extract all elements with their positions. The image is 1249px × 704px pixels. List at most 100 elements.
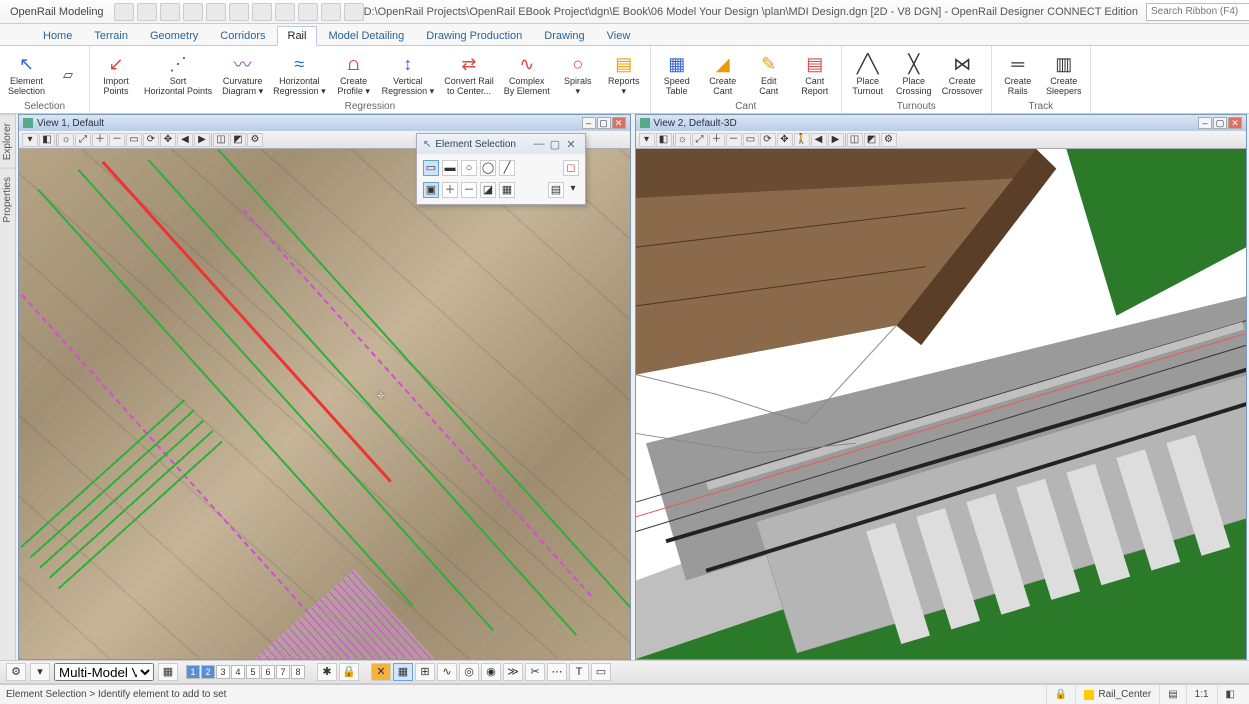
toggle-cut-button[interactable]: ✂ xyxy=(525,663,545,681)
tab-drawing-production[interactable]: Drawing Production xyxy=(415,26,533,46)
pan-button[interactable]: ✥ xyxy=(777,133,793,147)
explorer-tab[interactable]: Explorer xyxy=(0,114,15,168)
view-close-button[interactable]: ✕ xyxy=(1228,117,1242,129)
view-minimize-button[interactable]: – xyxy=(1198,117,1212,129)
place-crossing-button[interactable]: ╳Place Crossing xyxy=(894,51,934,98)
qat-button[interactable] xyxy=(183,3,203,21)
pan-button[interactable]: ✥ xyxy=(160,133,176,147)
view-toggle-3[interactable]: 3 xyxy=(216,665,230,679)
toggle-iso-button[interactable]: ≫ xyxy=(503,663,523,681)
adjust-brightness-button[interactable]: ☼ xyxy=(58,133,74,147)
disable-handles-button[interactable]: ◻ xyxy=(563,160,579,176)
view-groups-button[interactable]: ▾ xyxy=(30,663,50,681)
toggle-more-button[interactable]: ⋯ xyxy=(547,663,567,681)
window-area-button[interactable]: ▭ xyxy=(743,133,759,147)
zoom-in-button[interactable]: ＋ xyxy=(92,133,108,147)
adjust-brightness-button[interactable]: ☼ xyxy=(675,133,691,147)
view-maximize-button[interactable]: ▢ xyxy=(597,117,611,129)
curvature-diagram-button[interactable]: 〰Curvature Diagram ▾ xyxy=(220,51,265,98)
method-line-button[interactable]: ╱ xyxy=(499,160,515,176)
sort-horizontal-points-button[interactable]: ⋰Sort Horizontal Points xyxy=(142,51,214,98)
view-toggle-1[interactable]: 1 xyxy=(186,665,200,679)
tab-model-detailing[interactable]: Model Detailing xyxy=(317,26,415,46)
view-maximize-button[interactable]: ▢ xyxy=(1213,117,1227,129)
view-attributes-button[interactable]: ▾ xyxy=(639,133,655,147)
method-individual-button[interactable]: ▭ xyxy=(423,160,439,176)
search-input[interactable] xyxy=(1146,3,1249,21)
reports-button[interactable]: ▤Reports ▾ xyxy=(604,51,644,98)
clip-volume-button[interactable]: ◫ xyxy=(213,133,229,147)
locks-button[interactable]: 🔒 xyxy=(339,663,359,681)
method-block-button[interactable]: ▬ xyxy=(442,160,458,176)
qat-button[interactable] xyxy=(160,3,180,21)
dialog-pin-button[interactable]: ▢ xyxy=(547,138,563,151)
rotate-view-button[interactable]: ⟳ xyxy=(760,133,776,147)
view1-titlebar[interactable]: View 1, Default – ▢ ✕ xyxy=(19,115,630,131)
view-next-button[interactable]: ▶ xyxy=(828,133,844,147)
tab-geometry[interactable]: Geometry xyxy=(139,26,209,46)
view-next-button[interactable]: ▶ xyxy=(194,133,210,147)
view-previous-button[interactable]: ◀ xyxy=(811,133,827,147)
mode-add-button[interactable]: ＋ xyxy=(442,182,458,198)
walk-button[interactable]: 🚶 xyxy=(794,133,810,147)
method-shape-button[interactable]: ○ xyxy=(461,160,477,176)
qat-button[interactable] xyxy=(206,3,226,21)
dialog-close-button[interactable]: ✕ xyxy=(563,138,579,151)
view-toggle-2[interactable]: 2 xyxy=(201,665,215,679)
qat-button[interactable] xyxy=(344,3,364,21)
view1-canvas[interactable]: ⌖ xyxy=(19,149,630,659)
zoom-in-button[interactable]: ＋ xyxy=(709,133,725,147)
zoom-out-button[interactable]: － xyxy=(109,133,125,147)
view-attributes-button[interactable]: ▾ xyxy=(22,133,38,147)
qat-button[interactable] xyxy=(229,3,249,21)
dialog-expand-button[interactable]: ▾ xyxy=(567,183,579,197)
fit-view-button[interactable]: ⤢ xyxy=(75,133,91,147)
convert-rail-to-center-button[interactable]: ⇄Convert Rail to Center... xyxy=(442,51,496,98)
toggle-grid-button[interactable]: ▦ xyxy=(393,663,413,681)
view-toggle-6[interactable]: 6 xyxy=(261,665,275,679)
toggle-annot-button[interactable]: ◉ xyxy=(481,663,501,681)
mode-clear-button[interactable]: ▦ xyxy=(499,182,515,198)
tab-terrain[interactable]: Terrain xyxy=(83,26,139,46)
view-toggle-7[interactable]: 7 xyxy=(276,665,290,679)
rotate-view-button[interactable]: ⟳ xyxy=(143,133,159,147)
dialog-minimize-button[interactable]: — xyxy=(531,138,547,150)
display-style-button[interactable]: ◧ xyxy=(656,133,672,147)
clip-volume-button[interactable]: ◫ xyxy=(847,133,863,147)
qat-button[interactable] xyxy=(252,3,272,21)
status-lock-icon[interactable]: 🔒 xyxy=(1046,685,1075,704)
dialog-titlebar[interactable]: ↖ Element Selection — ▢ ✕ xyxy=(417,134,585,154)
view-toggle-5[interactable]: 5 xyxy=(246,665,260,679)
place-turnout-button[interactable]: ╱╲Place Turnout xyxy=(848,51,888,98)
element-selection-dialog[interactable]: ↖ Element Selection — ▢ ✕ ▭ ▬ ○ ◯ ╱ ◻ ▣ … xyxy=(416,133,586,205)
qat-button[interactable] xyxy=(321,3,341,21)
status-mode-icon[interactable]: ◧ xyxy=(1217,685,1243,704)
accudraw-toggle-button[interactable]: ✕ xyxy=(371,663,391,681)
view-toggle-button[interactable]: ▦ xyxy=(158,663,178,681)
mode-subtract-button[interactable]: － xyxy=(461,182,477,198)
toggle-assoc-button[interactable]: ∿ xyxy=(437,663,457,681)
tab-drawing[interactable]: Drawing xyxy=(533,26,595,46)
view-previous-button[interactable]: ◀ xyxy=(177,133,193,147)
mode-invert-button[interactable]: ◪ xyxy=(480,182,496,198)
qat-button[interactable] xyxy=(114,3,134,21)
select-all-button[interactable]: ▤ xyxy=(548,182,564,198)
create-rails-button[interactable]: ═Create Rails xyxy=(998,51,1038,98)
fence-tools-button[interactable]: ▱ xyxy=(53,65,83,85)
view-tools-button[interactable]: ⚙ xyxy=(881,133,897,147)
status-display-icon[interactable]: ▤ xyxy=(1159,685,1185,704)
method-circle-button[interactable]: ◯ xyxy=(480,160,496,176)
create-cant-button[interactable]: ◢Create Cant xyxy=(703,51,743,98)
vertical-regression-button[interactable]: ↕Vertical Regression ▾ xyxy=(380,51,437,98)
window-area-button[interactable]: ▭ xyxy=(126,133,142,147)
model-combo[interactable]: Multi-Model Views xyxy=(54,663,154,681)
snap-button[interactable]: ✱ xyxy=(317,663,337,681)
view-tools-button[interactable]: ⚙ xyxy=(247,133,263,147)
properties-tab[interactable]: Properties xyxy=(0,168,15,231)
zoom-out-button[interactable]: － xyxy=(726,133,742,147)
tab-view[interactable]: View xyxy=(596,26,642,46)
qat-button[interactable] xyxy=(298,3,318,21)
qat-button[interactable] xyxy=(275,3,295,21)
view-toggle-4[interactable]: 4 xyxy=(231,665,245,679)
cant-report-button[interactable]: ▤Cant Report xyxy=(795,51,835,98)
